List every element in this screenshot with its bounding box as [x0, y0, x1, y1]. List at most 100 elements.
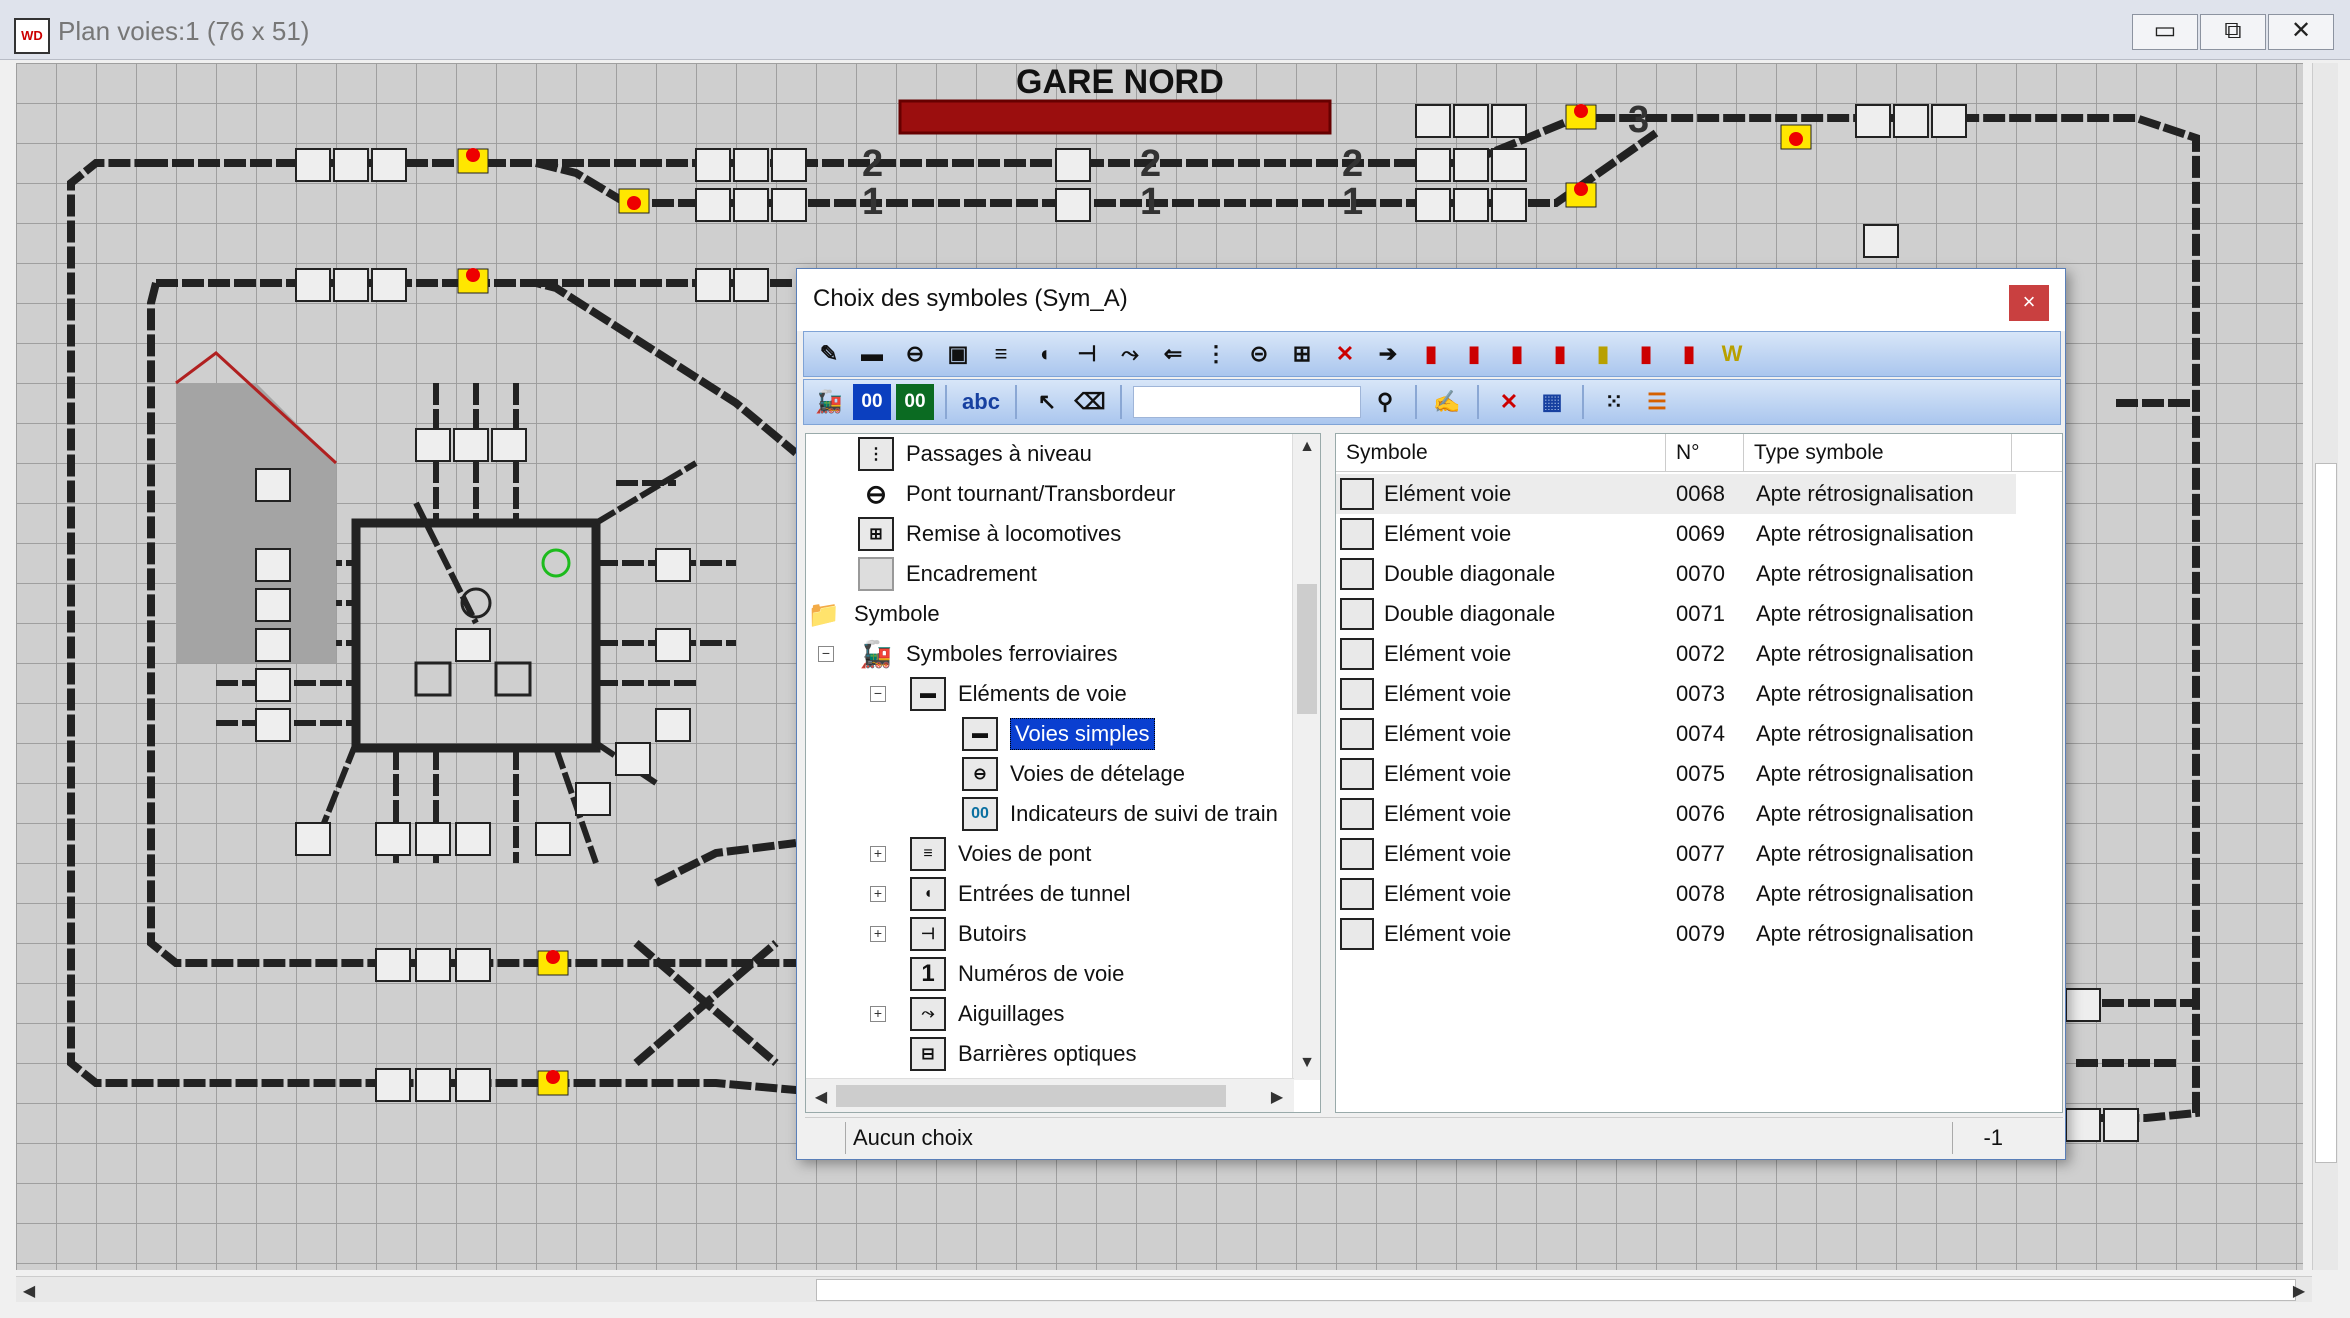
tree-item-elements-de-voie[interactable]: ▬ Eléments de voie — [910, 674, 1127, 714]
table-row[interactable]: Elément voie 0074 Apte rétrosignalisation — [1336, 714, 2016, 754]
turntable-icon[interactable]: ⊝ — [1240, 336, 1278, 372]
symbol-tree[interactable]: ⋮ Passages à niveau ⊖ Pont tournant/Transb… — [805, 433, 1321, 1113]
tree-item-butoirs[interactable]: ⊣ Butoirs — [910, 914, 1026, 954]
cursor-icon[interactable]: ↖ — [1028, 384, 1066, 420]
table-row[interactable]: Elément voie 0078 Apte rétrosignalisation — [1336, 874, 2016, 914]
engine-shed-icon[interactable]: ⊞ — [1283, 336, 1321, 372]
symbol-chooser-dialog: Choix des symboles (Sym_A) × ✎ ▬ ⊖ ▣ ≡ ◖… — [796, 268, 2066, 1160]
tree-item-numeros-voie[interactable]: 1 Numéros de voie — [910, 954, 1124, 994]
signal-1-icon[interactable]: ▮ — [1412, 336, 1450, 372]
level-crossing-icon[interactable]: ⋮ — [1197, 336, 1235, 372]
window-titlebar[interactable]: WD Plan voies:1 (76 x 51) ▭ ⧉ ✕ — [0, 0, 2350, 60]
column-header-symbole[interactable]: Symbole — [1336, 434, 1666, 472]
signal-4-icon[interactable]: ▮ — [1541, 336, 1579, 372]
pencil-track-icon[interactable]: ✎ — [810, 336, 848, 372]
tree-expand-icon[interactable]: + — [870, 846, 886, 862]
arrow-right-icon[interactable]: ➔ — [1369, 336, 1407, 372]
tree-item-entrees-tunnel[interactable]: ◖ Entrées de tunnel — [910, 874, 1130, 914]
tree-item-voies-de-pont[interactable]: ≡ Voies de pont — [910, 834, 1091, 874]
table-row[interactable]: Double diagonale 0071 Apte rétrosignalisat… — [1336, 594, 2016, 634]
text-tool-button[interactable]: abc — [958, 384, 1004, 420]
dialog-titlebar[interactable]: Choix des symboles (Sym_A) × — [797, 269, 2065, 331]
train-tracking-icon[interactable]: ▣ — [939, 336, 977, 372]
scroll-right-arrow-icon[interactable]: ▶ — [1266, 1087, 1288, 1107]
signal-5-icon[interactable]: ▮ — [1584, 336, 1622, 372]
tree-horizontal-scrollbar[interactable]: ◀ ▶ — [806, 1078, 1294, 1112]
locomotive-icon[interactable]: 🚂 — [810, 384, 848, 420]
table-row[interactable]: Elément voie 0073 Apte rétrosignalisation — [1336, 674, 2016, 714]
crossing-sign-icon[interactable]: W — [1713, 336, 1751, 372]
table-row[interactable]: Elément voie 0075 Apte rétrosignalisation — [1336, 754, 2016, 794]
tunnel-entry-icon[interactable]: ◖ — [1025, 336, 1063, 372]
table-icon[interactable]: ▦ — [1533, 384, 1571, 420]
tree-collapse-icon[interactable]: − — [870, 686, 886, 702]
table-row[interactable]: Elément voie 0072 Apte rétrosignalisation — [1336, 634, 2016, 674]
eraser-icon[interactable]: ⌫ — [1071, 384, 1109, 420]
edit-icon[interactable]: ✍ — [1428, 384, 1466, 420]
buffer-stop-icon[interactable]: ⊣ — [1068, 336, 1106, 372]
tree-expand-icon[interactable]: + — [870, 926, 886, 942]
counter-blue-button[interactable]: 00 — [853, 384, 891, 420]
grid-view-icon[interactable]: ⁙ — [1595, 384, 1633, 420]
tree-expand-icon[interactable]: + — [870, 1006, 886, 1022]
tree-item-aiguillages[interactable]: ⤳ Aiguillages — [910, 994, 1064, 1034]
tree-item-voies-simples[interactable]: ▬ Voies simples — [962, 714, 1155, 754]
scroll-left-arrow-icon[interactable]: ◀ — [810, 1087, 832, 1107]
tree-item-remise-locomotives[interactable]: ⊞ Remise à locomotives — [858, 514, 1121, 554]
table-row[interactable]: Elément voie 0077 Apte rétrosignalisation — [1336, 834, 2016, 874]
scroll-up-arrow-icon[interactable]: ▲ — [1296, 438, 1318, 456]
column-header-numero[interactable]: N° — [1666, 434, 1744, 472]
table-row[interactable]: Elément voie 0069 Apte rétrosignalisation — [1336, 514, 2016, 554]
symbol-name: Elément voie — [1384, 721, 1512, 746]
switch-left-icon[interactable]: ⇐ — [1154, 336, 1192, 372]
signal-3-icon[interactable]: ▮ — [1498, 336, 1536, 372]
table-row[interactable]: Elément voie 0068 Apte rétrosignalisation — [1336, 474, 2016, 514]
track-number: 1 — [1342, 181, 1364, 223]
tree-item-passages-a-niveau[interactable]: ⋮ Passages à niveau — [858, 434, 1092, 474]
red-x-icon[interactable]: ✕ — [1326, 336, 1364, 372]
table-row[interactable]: Double diagonale 0070 Apte rétrosignalisat… — [1336, 554, 2016, 594]
straight-track-icon[interactable]: ▬ — [853, 336, 891, 372]
tree-item-symboles-ferroviaires[interactable]: 🚂 Symboles ferroviaires — [858, 634, 1118, 674]
table-row[interactable]: Elément voie 0079 Apte rétrosignalisation — [1336, 914, 2016, 954]
binoculars-icon[interactable]: ⚲ — [1366, 384, 1404, 420]
tree-expand-icon[interactable]: + — [870, 886, 886, 902]
maximize-button[interactable]: ⧉ — [2200, 14, 2266, 50]
symbol-number: 0068 — [1676, 481, 1725, 506]
vertical-scroll-thumb[interactable] — [2315, 463, 2337, 1163]
app-icon: WD — [14, 18, 50, 54]
uncoupling-track-icon[interactable]: ⊖ — [896, 336, 934, 372]
horizontal-scroll-thumb[interactable] — [816, 1279, 2296, 1301]
tree-item-voies-de-detelage[interactable]: ⊖ Voies de dételage — [962, 754, 1185, 794]
dialog-statusbar: Aucun choix -1 — [805, 1117, 2063, 1157]
horizontal-scrollbar[interactable]: ◀ ▶ — [16, 1276, 2312, 1302]
tree-item-indicateurs-suivi[interactable]: 00 Indicateurs de suivi de train — [962, 794, 1278, 834]
list-view-icon[interactable]: ☰ — [1638, 384, 1676, 420]
switch-right-icon[interactable]: ⤳ — [1111, 336, 1149, 372]
signal-6-icon[interactable]: ▮ — [1627, 336, 1665, 372]
tree-item-symbole[interactable]: 📁 Symbole — [806, 594, 940, 634]
scroll-left-arrow-icon[interactable]: ◀ — [18, 1281, 40, 1301]
tree-collapse-icon[interactable]: − — [818, 646, 834, 662]
minimize-button[interactable]: ▭ — [2132, 14, 2198, 50]
symbol-search-input[interactable] — [1133, 386, 1361, 418]
table-row[interactable]: Elément voie 0076 Apte rétrosignalisation — [1336, 794, 2016, 834]
symbol-list[interactable]: Symbole N° Type symbole Elément voie 0068… — [1335, 433, 2063, 1113]
tree-vertical-scrollbar[interactable]: ▲ ▼ — [1292, 434, 1320, 1080]
tree-scroll-thumb[interactable] — [1297, 584, 1317, 714]
delete-symbol-icon[interactable]: ✕ — [1490, 384, 1528, 420]
signal-7-icon[interactable]: ▮ — [1670, 336, 1708, 372]
vertical-scrollbar[interactable] — [2312, 63, 2338, 1270]
scroll-down-arrow-icon[interactable]: ▼ — [1296, 1054, 1318, 1072]
tree-hscroll-thumb[interactable] — [836, 1085, 1226, 1107]
counter-green-button[interactable]: 00 — [896, 384, 934, 420]
tree-item-barrieres-optiques[interactable]: ⊟ Barrières optiques — [910, 1034, 1137, 1074]
tree-item-pont-tournant[interactable]: ⊖ Pont tournant/Transbordeur — [858, 474, 1175, 514]
tree-item-encadrement[interactable]: Encadrement — [858, 554, 1037, 594]
column-header-type[interactable]: Type symbole — [1744, 434, 2012, 472]
signal-2-icon[interactable]: ▮ — [1455, 336, 1493, 372]
dialog-close-button[interactable]: × — [2009, 285, 2049, 321]
bridge-track-icon[interactable]: ≡ — [982, 336, 1020, 372]
scroll-right-arrow-icon[interactable]: ▶ — [2288, 1281, 2310, 1301]
close-button[interactable]: ✕ — [2268, 14, 2334, 50]
